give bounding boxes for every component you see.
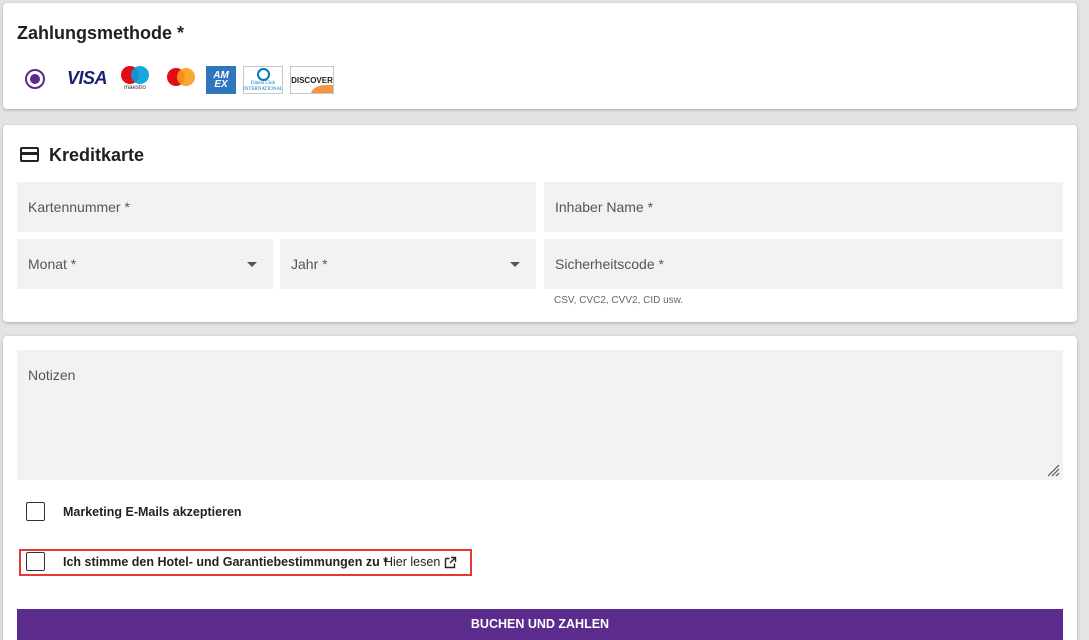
marketing-label: Marketing E-Mails akzeptieren [63,505,242,519]
payment-method-title: Zahlungsmethode * [17,23,185,43]
card-number-label: Kartennummer * [28,199,130,215]
diners-club-logo: Diners Club INTERNATIONAL [243,66,283,94]
marketing-checkbox[interactable] [26,502,45,521]
notes-textarea[interactable]: Notizen [17,350,1063,480]
credit-card-section: Kreditkarte Kartennummer * Inhaber Name … [3,125,1077,322]
security-code-hint: CSV, CVC2, CVV2, CID usw. [554,295,684,306]
credit-card-icon [20,147,39,162]
maestro-logo: maestro [117,63,153,93]
month-label: Monat * [28,256,77,272]
holder-name-field[interactable]: Inhaber Name * [544,182,1063,232]
external-link-icon [445,556,457,568]
terms-read-link[interactable]: Hier lesen [384,555,457,569]
mastercard-logo [163,63,199,93]
maestro-circles-icon [119,65,151,86]
security-code-field[interactable]: Sicherheitscode * [544,239,1063,289]
terms-checkbox[interactable] [26,552,45,571]
mastercard-circles-icon [165,68,197,88]
terms-label: Ich stimme den Hotel- und Garantiebestim… [63,555,389,569]
amex-logo: AM EX [206,66,236,94]
page-background-edge [1079,0,1089,640]
year-select[interactable]: Jahr * [280,239,536,289]
notes-consent-section: Notizen Marketing E-Mails akzeptieren Ic… [3,336,1077,640]
holder-name-label: Inhaber Name * [555,199,654,215]
card-number-field[interactable]: Kartennummer * [17,182,536,232]
book-and-pay-button[interactable]: BUCHEN UND ZAHLEN [17,609,1063,640]
diners-logo-text: Diners Club INTERNATIONAL [243,80,284,92]
credit-card-title: Kreditkarte [49,145,145,165]
visa-logo: VISA [66,67,108,88]
diners-circle-icon [256,67,270,81]
discover-logo: DISCOVER [290,66,334,94]
chevron-down-icon [247,262,257,267]
chevron-down-icon [510,262,520,267]
discover-logo-text: DISCOVER [291,75,333,85]
year-label: Jahr * [291,256,328,272]
resize-handle-icon[interactable] [1046,463,1060,477]
payment-method-radio[interactable] [25,69,45,89]
terms-read-link-text: Hier lesen [384,555,441,569]
security-code-label: Sicherheitscode * [555,256,664,272]
month-select[interactable]: Monat * [17,239,273,289]
notes-label: Notizen [28,367,76,383]
payment-method-card: Zahlungsmethode * VISA maestro AM EX Din… [3,3,1077,109]
